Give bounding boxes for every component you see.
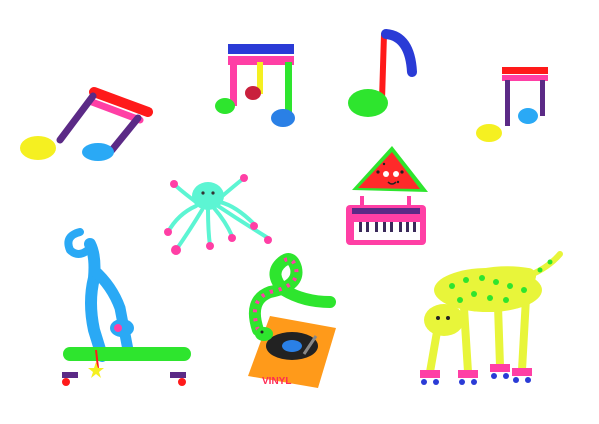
illustration-canvas: VINYL	[20, 29, 563, 388]
snake-on-record-player: VINYL	[248, 253, 336, 388]
music-note-beamed-small	[476, 67, 548, 142]
vinyl-label: VINYL	[262, 376, 291, 387]
music-note-sixteenth-rainbow	[215, 44, 295, 127]
music-note-beamed-rainbow	[20, 87, 153, 161]
octopus-pink-tentacles	[164, 174, 272, 255]
music-note-eighth-blue	[348, 29, 417, 117]
leopard-on-roller-skates	[420, 251, 563, 385]
cat-on-skateboard	[62, 228, 191, 386]
watermelon-on-keyboard	[346, 146, 428, 245]
